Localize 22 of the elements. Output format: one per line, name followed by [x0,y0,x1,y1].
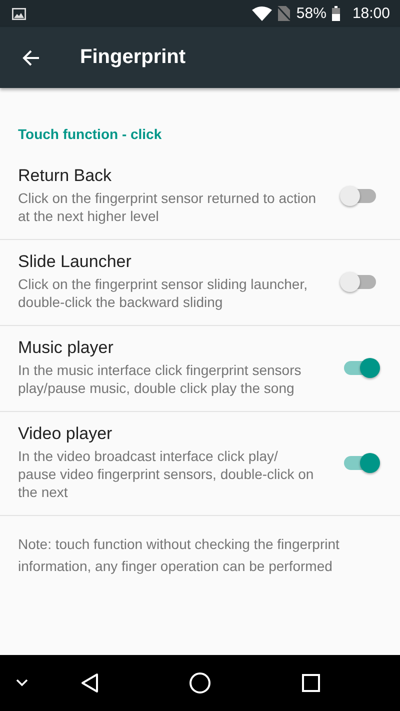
battery-icon [332,6,340,21]
setting-description: Click on the fingerprint sensor sliding launcher, double-click the backward sliding [18,275,308,311]
note-text: Note: touch function without checking the fingerprint information, any finger operation can be performed [18,535,340,576]
no-sim-icon [278,6,290,21]
clock-time: 18:00 [352,5,390,22]
setting-description: Click on the fingerprint sensor returned to action at the next higher level [18,189,318,225]
battery-percent: 58% [296,5,326,22]
back-button[interactable] [81,673,99,693]
setting-title: Slide Launcher [18,252,132,272]
image-icon [12,8,26,20]
setting-description: In the video broadcast interface click play/ pause video fingerprint sensors, double-click on the next [18,447,315,501]
setting-title: Video player [18,424,114,444]
recents-button[interactable] [302,674,320,692]
setting-description: In the music interface click fingerprint sensors play/pause music, double click play the song [18,361,302,397]
collapse-button[interactable] [16,679,28,687]
setting-title: Music player [18,338,114,358]
setting-title: Return Back [18,166,113,186]
back-button[interactable] [22,48,40,66]
wifi-icon [252,6,272,21]
screen-title: Fingerprint [80,46,186,69]
section-header: Touch function - click [18,126,162,142]
home-button[interactable] [189,672,211,694]
